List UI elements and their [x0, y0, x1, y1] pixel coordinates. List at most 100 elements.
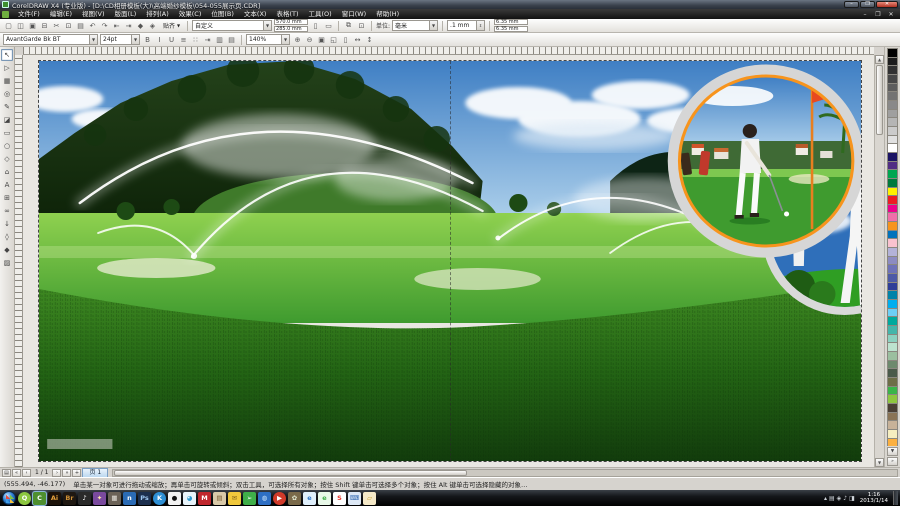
chevron-down-icon[interactable]: ▼: [429, 21, 437, 30]
all-pages-button[interactable]: ⧉: [343, 20, 354, 31]
taskbar-misc-app-icon[interactable]: ✿: [288, 492, 301, 505]
chevron-down-icon[interactable]: ▼: [281, 35, 289, 44]
doc-close-button[interactable]: ✕: [886, 11, 896, 18]
color-swatch-15[interactable]: [887, 178, 898, 187]
taskbar-photo-viewer-icon[interactable]: ▦: [108, 492, 121, 505]
color-swatch-11[interactable]: [887, 143, 898, 152]
freehand-tool[interactable]: ✎: [1, 101, 13, 113]
next-page-button[interactable]: ›: [52, 469, 61, 477]
color-swatch-13[interactable]: [887, 161, 898, 170]
start-button[interactable]: [2, 491, 16, 505]
horizontal-scroll-thumb[interactable]: [114, 470, 467, 476]
color-swatch-41[interactable]: [887, 403, 898, 412]
color-swatch-20[interactable]: [887, 221, 898, 230]
taskbar-globe-app-icon[interactable]: ◍: [258, 492, 271, 505]
snap-dropdown[interactable]: 贴齐 ▼: [160, 20, 183, 31]
page-flyout-button[interactable]: ▤: [2, 469, 11, 477]
zoom-tool[interactable]: ◎: [1, 88, 13, 100]
blend-tool[interactable]: ∞: [1, 205, 13, 217]
menu-item-5[interactable]: 效果(C): [174, 9, 207, 19]
palette-scroll-down-icon[interactable]: ▼: [887, 447, 898, 456]
zoom-selected-icon[interactable]: ▣: [316, 34, 327, 45]
taskbar-music-player-icon[interactable]: ♪: [78, 492, 91, 505]
menu-app-icon[interactable]: [2, 11, 9, 18]
alignment-icon[interactable]: ≡: [178, 34, 189, 45]
crop-tool[interactable]: ▦: [1, 75, 13, 87]
chevron-down-icon[interactable]: ▼: [263, 21, 271, 30]
color-swatch-26[interactable]: [887, 273, 898, 282]
zoom-all-icon[interactable]: ◱: [328, 34, 339, 45]
bullet-list-icon[interactable]: ∷: [190, 34, 201, 45]
welcome-screen-icon[interactable]: ◈: [147, 20, 158, 31]
color-swatch-42[interactable]: [887, 412, 898, 421]
menu-item-10[interactable]: 窗口(W): [337, 9, 372, 19]
taskbar-qvod-player-icon[interactable]: Q: [18, 492, 31, 505]
color-swatch-10[interactable]: [887, 135, 898, 144]
vertical-scrollbar[interactable]: ▲ ▼: [874, 55, 884, 467]
last-page-button[interactable]: »: [62, 469, 71, 477]
taskbar-photoshop-icon[interactable]: Ps: [138, 492, 151, 505]
nudge-field[interactable]: .1 mm ⇕: [447, 20, 485, 31]
doc-minimize-button[interactable]: –: [860, 11, 870, 18]
export-icon[interactable]: ⇥: [123, 20, 134, 31]
smart-fill-tool[interactable]: ◪: [1, 114, 13, 126]
import-icon[interactable]: ⇤: [111, 20, 122, 31]
color-swatch-22[interactable]: [887, 238, 898, 247]
taskbar-notes-app-icon[interactable]: ▤: [213, 492, 226, 505]
page-size-preset-combo[interactable]: 自定义 ▼: [192, 20, 272, 31]
color-swatch-23[interactable]: [887, 247, 898, 256]
color-swatch-3[interactable]: [887, 74, 898, 83]
color-swatch-25[interactable]: [887, 264, 898, 273]
table-tool[interactable]: ⊞: [1, 192, 13, 204]
text-tool[interactable]: A: [1, 179, 13, 191]
landscape-button[interactable]: ▭: [323, 20, 334, 31]
open-icon[interactable]: ◫: [15, 20, 26, 31]
save-icon[interactable]: ▣: [27, 20, 38, 31]
zoom-page-icon[interactable]: ▯: [340, 34, 351, 45]
tray-icon-2[interactable]: ◈: [837, 495, 842, 502]
color-swatch-7[interactable]: [887, 109, 898, 118]
taskbar-mail-app-icon[interactable]: ✉: [228, 492, 241, 505]
zoom-in-icon[interactable]: ⊕: [292, 34, 303, 45]
polygon-tool[interactable]: ◇: [1, 153, 13, 165]
previous-page-button[interactable]: ‹: [22, 469, 31, 477]
color-swatch-40[interactable]: [887, 394, 898, 403]
color-swatch-0[interactable]: [887, 48, 898, 57]
taskbar-game-icon[interactable]: ✦: [93, 492, 106, 505]
first-page-button[interactable]: «: [12, 469, 21, 477]
taskbar-bird-app-icon[interactable]: ➢: [243, 492, 256, 505]
outline-pen-tool[interactable]: ◊: [1, 231, 13, 243]
taskbar-clock[interactable]: 1:16 2013/1/14: [857, 492, 891, 504]
eyedropper-tool[interactable]: ↓: [1, 218, 13, 230]
shape-tool[interactable]: ▷: [1, 62, 13, 74]
golf-course-artwork[interactable]: [39, 61, 861, 461]
color-swatch-27[interactable]: [887, 282, 898, 291]
pick-tool[interactable]: ↖: [1, 49, 13, 61]
chevron-down-icon[interactable]: ▼: [89, 35, 97, 44]
menu-item-8[interactable]: 表格(T): [271, 9, 303, 19]
add-page-button[interactable]: +: [72, 469, 81, 477]
menu-item-9[interactable]: 工具(O): [304, 9, 337, 19]
color-swatch-32[interactable]: [887, 325, 898, 334]
tray-icon-1[interactable]: ▤: [829, 495, 835, 502]
color-swatch-14[interactable]: [887, 169, 898, 178]
color-swatch-9[interactable]: [887, 126, 898, 135]
taskbar-sogou-browser-icon[interactable]: ◕: [183, 492, 196, 505]
color-swatch-24[interactable]: [887, 256, 898, 265]
cut-icon[interactable]: ✂: [51, 20, 62, 31]
color-swatch-30[interactable]: [887, 308, 898, 317]
menu-item-1[interactable]: 编辑(E): [45, 9, 77, 19]
rectangle-tool[interactable]: ▭: [1, 127, 13, 139]
color-swatch-38[interactable]: [887, 377, 898, 386]
fill-tool[interactable]: ◆: [1, 244, 13, 256]
page-height-field[interactable]: 285.0 mm: [274, 26, 308, 32]
copy-icon[interactable]: ⊡: [63, 20, 74, 31]
font-size-combo[interactable]: 24pt ▼: [100, 34, 140, 45]
taskbar-qq-icon[interactable]: ●: [168, 492, 181, 505]
taskbar-green-browser-icon[interactable]: e: [318, 492, 331, 505]
menu-item-0[interactable]: 文件(F): [13, 9, 45, 19]
palette-expand-icon[interactable]: »: [887, 457, 898, 466]
taskbar-m-app-icon[interactable]: M: [198, 492, 211, 505]
horizontal-scrollbar[interactable]: [112, 469, 898, 477]
color-swatch-35[interactable]: [887, 351, 898, 360]
